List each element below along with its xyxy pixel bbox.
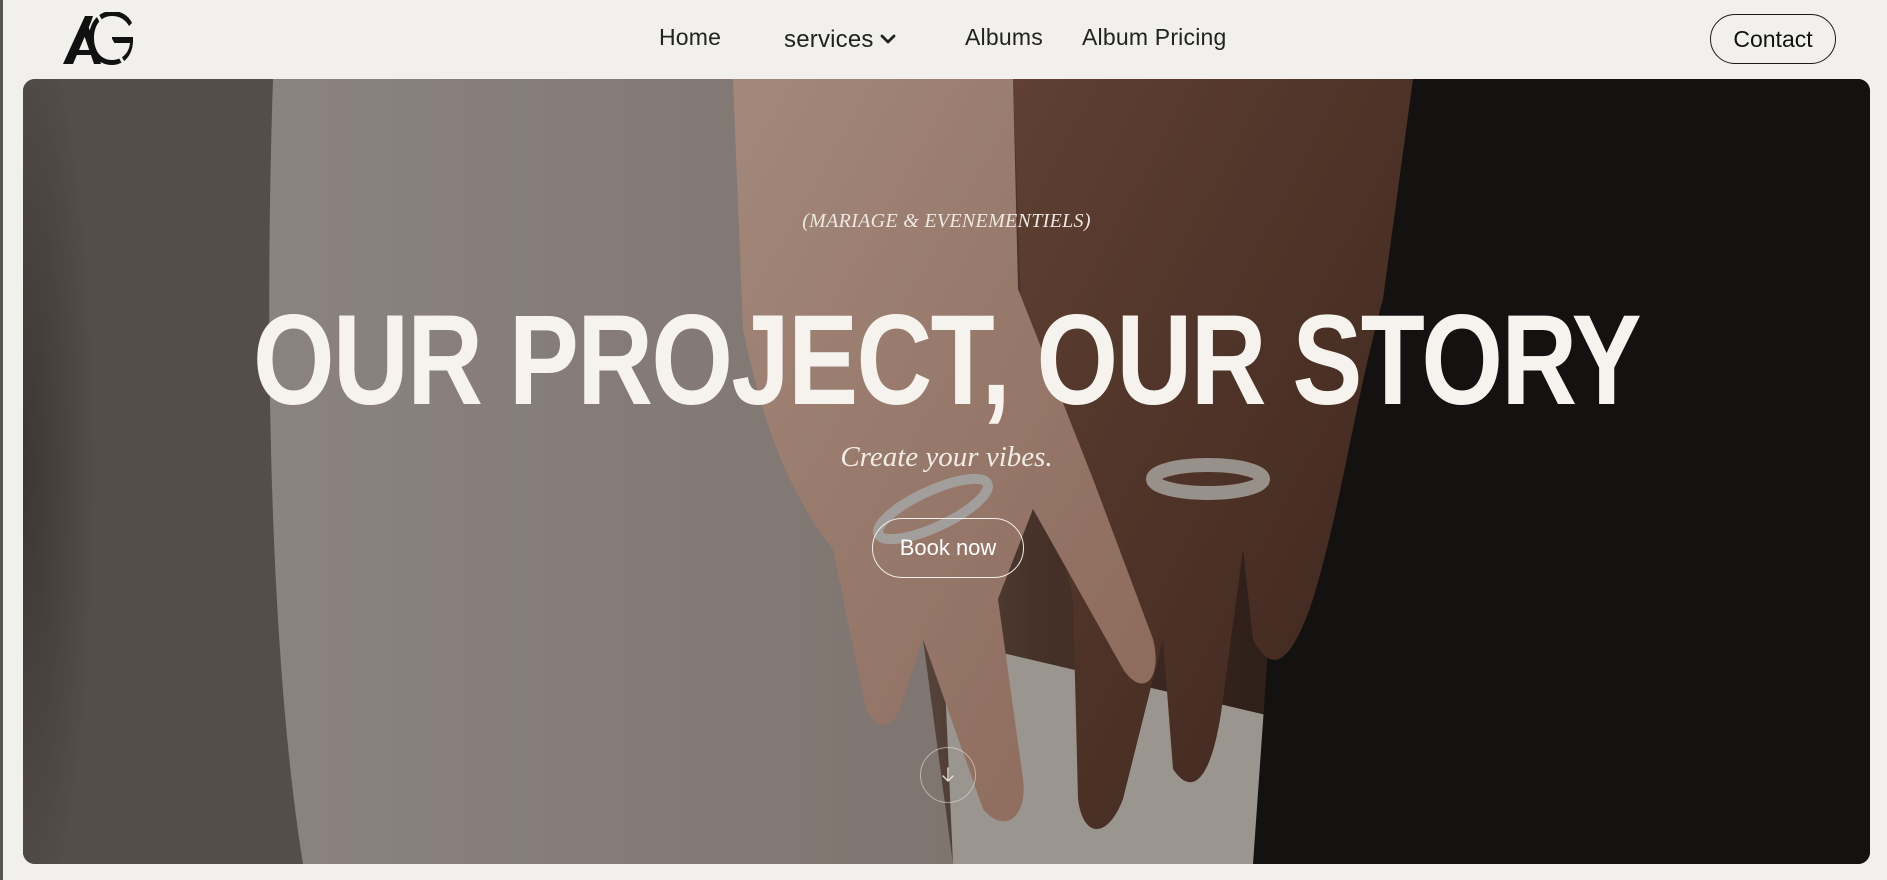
hero-title: OUR PROJECT, OUR STORY xyxy=(253,289,1642,432)
main-nav: Home services Albums Album Pricing xyxy=(3,0,1887,80)
hero-subtitle: Create your vibes. xyxy=(840,441,1053,473)
hero-section: (MARIAGE & EVENEMENTIELS) OUR PROJECT, O… xyxy=(23,79,1870,864)
nav-services-dropdown[interactable]: services xyxy=(784,24,896,54)
hero-eyebrow: (MARIAGE & EVENEMENTIELS) xyxy=(802,210,1091,232)
book-now-button[interactable]: Book now xyxy=(872,518,1024,578)
arrow-down-icon xyxy=(942,767,954,782)
navbar: Home services Albums Album Pricing Conta… xyxy=(3,0,1887,80)
nav-home[interactable]: Home xyxy=(659,24,721,51)
nav-album-pricing[interactable]: Album Pricing xyxy=(1082,24,1227,51)
nav-albums[interactable]: Albums xyxy=(965,24,1043,51)
chevron-down-icon xyxy=(880,24,896,52)
nav-services-label: services xyxy=(784,26,874,53)
page: Home services Albums Album Pricing Conta… xyxy=(0,0,1887,880)
scroll-down-button[interactable] xyxy=(920,747,976,803)
contact-button[interactable]: Contact xyxy=(1710,14,1836,64)
